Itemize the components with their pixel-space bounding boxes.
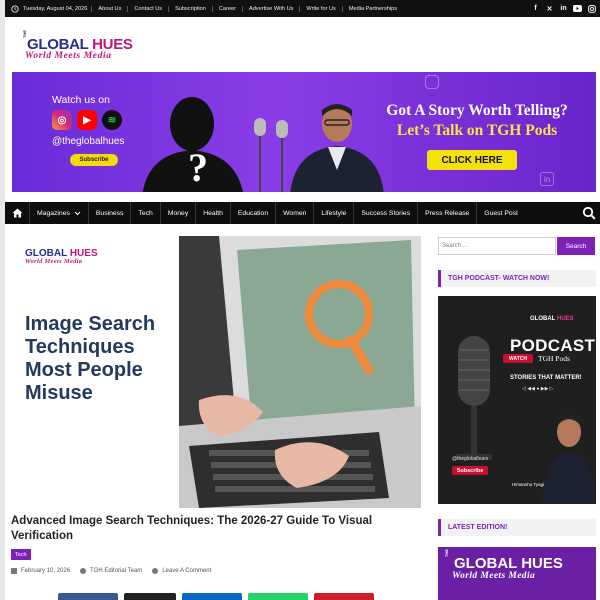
latest-edition-heading: LATEST EDITION! <box>438 519 596 536</box>
podcast-tgh: TGH Pods <box>538 354 570 363</box>
top-bar: Tuesday, August 04, 2026 About Us Contac… <box>5 0 600 17</box>
banner-headline-1: Got A Story Worth Telling? <box>386 102 568 119</box>
nav-item-health[interactable]: Health <box>195 202 230 224</box>
linkedin-outline-icon: in <box>540 172 554 186</box>
x-icon[interactable]: ✕ <box>545 4 554 13</box>
nav-item-business[interactable]: Business <box>87 202 131 224</box>
share-x-button[interactable] <box>124 593 176 600</box>
top-link-contact[interactable]: Contact Us <box>127 5 168 12</box>
podcast-promo-image[interactable]: GLOBAL HUES PODCAST WATCH TGH Pods STORI… <box>438 296 596 504</box>
article-title[interactable]: Advanced Image Search Techniques: The 20… <box>11 514 421 544</box>
article-date[interactable]: February 10, 2026 <box>21 568 70 574</box>
top-link-write[interactable]: Write for Us <box>299 5 341 12</box>
clock-icon <box>11 4 19 13</box>
podcast-heading: TGH PODCAST- WATCH NOW! <box>438 270 596 287</box>
main-nav: Magazines Business Tech Money Health Edu… <box>5 202 600 224</box>
nav-item-lifestyle[interactable]: Lifestyle <box>313 202 353 224</box>
logo-tagline: World Meets Media <box>25 51 112 61</box>
player-controls-icon: ◁ ◀◀ ● ▶▶ ▷ <box>522 386 554 392</box>
top-date: Tuesday, August 04, 2026 <box>23 5 88 12</box>
page: Tuesday, August 04, 2026 About Us Contac… <box>0 0 600 600</box>
social-links: f ✕ in <box>531 0 596 17</box>
svg-text:?: ? <box>188 145 208 190</box>
banner-headline: Got A Story Worth Telling? Let’s Talk on… <box>362 102 592 140</box>
host-image <box>542 415 596 504</box>
youtube-icon: ▶ <box>77 110 97 130</box>
article-comment-link[interactable]: Leave A Comment <box>162 568 211 574</box>
banner-subscribe-button[interactable]: Subscribe <box>70 154 118 166</box>
search-icon[interactable] <box>582 206 596 220</box>
banner-handle: @theglobalhues <box>52 136 125 147</box>
category-tag[interactable]: Tech <box>11 549 31 560</box>
featured-image: GLOBAL HUES World Meets Media Image Sear… <box>11 236 421 508</box>
podcast-host-name: Himanshu Tyagi <box>512 482 545 487</box>
instagram-icon: ◎ <box>52 110 72 130</box>
top-link-media[interactable]: Media Partnerships <box>341 5 403 12</box>
nav-item-magazines[interactable]: Magazines <box>29 202 88 224</box>
podcast-subscribe-button[interactable]: Subscribe <box>452 466 488 475</box>
latest-edition-cover[interactable]: THE GLOBAL HUES World Meets Media <box>438 547 596 600</box>
top-link-career[interactable]: Career <box>211 5 242 12</box>
share-buttons <box>58 593 374 600</box>
latest-title: GLOBAL HUES <box>454 555 563 572</box>
linkedin-icon[interactable]: in <box>559 4 568 13</box>
podcast-handle: @theglobalhues <box>452 456 489 462</box>
nav-item-success-stories[interactable]: Success Stories <box>353 202 417 224</box>
share-facebook-button[interactable] <box>58 593 118 600</box>
top-link-advertise[interactable]: Advertise With Us <box>241 5 299 12</box>
silhouette-image: ? <box>142 97 288 192</box>
nav-item-press-release[interactable]: Press Release <box>417 202 476 224</box>
top-link-about[interactable]: About Us <box>91 5 127 12</box>
nav-item-tech[interactable]: Tech <box>130 202 159 224</box>
podcast-banner[interactable]: Watch us on ◎ ▶ ≋ @theglobalhues Subscri… <box>12 72 596 192</box>
nav-item-education[interactable]: Education <box>229 202 275 224</box>
microphone-icon <box>456 336 492 460</box>
share-whatsapp-button[interactable] <box>248 593 308 600</box>
banner-watch-label: Watch us on <box>52 94 110 106</box>
search-button[interactable]: Search <box>557 237 595 255</box>
nav-item-women[interactable]: Women <box>275 202 313 224</box>
podcast-word: PODCAST <box>510 336 596 355</box>
sidebar-search: Search … Search <box>438 237 596 255</box>
home-icon[interactable] <box>5 202 29 224</box>
search-input[interactable]: Search … <box>438 237 556 255</box>
laptop-image <box>179 236 421 508</box>
calendar-icon <box>11 568 17 574</box>
banner-platform-icons: ◎ ▶ ≋ <box>52 110 122 130</box>
banner-headline-2: Let’s Talk on TGH Pods <box>396 122 558 139</box>
youtube-icon[interactable] <box>573 4 582 13</box>
instagram-icon[interactable] <box>587 4 596 13</box>
latest-the: THE <box>444 549 449 557</box>
comment-icon <box>152 568 159 574</box>
hero-text: Image Search Techniques Most People Misu… <box>25 313 156 404</box>
podcast-logo: GLOBAL HUES <box>530 316 574 322</box>
top-link-subscription[interactable]: Subscription <box>168 5 212 12</box>
nav-item-money[interactable]: Money <box>159 202 195 224</box>
latest-tagline: World Meets Media <box>452 571 536 581</box>
instagram-outline-icon <box>425 75 439 89</box>
left-edge <box>0 0 5 600</box>
nav-item-guest-post[interactable]: Guest Post <box>476 202 525 224</box>
share-linkedin-button[interactable] <box>182 593 242 600</box>
facebook-icon[interactable]: f <box>531 4 540 13</box>
podcast-watch-badge: WATCH <box>503 354 533 363</box>
article-meta: February 10, 2026 TGH Editorial Team Lea… <box>11 568 211 574</box>
chevron-down-icon <box>74 211 81 215</box>
hero-logo-tagline: World Meets Media <box>25 258 83 265</box>
spotify-icon: ≋ <box>102 110 122 130</box>
user-icon <box>80 568 87 574</box>
click-here-button[interactable]: CLICK HERE <box>427 150 517 170</box>
site-logo[interactable]: THE GLOBAL HUES World Meets Media <box>22 30 152 66</box>
article-author[interactable]: TGH Editorial Team <box>90 568 142 574</box>
podcast-tagline: STORIES THAT MATTER! <box>510 375 582 381</box>
share-pinterest-button[interactable] <box>314 593 374 600</box>
